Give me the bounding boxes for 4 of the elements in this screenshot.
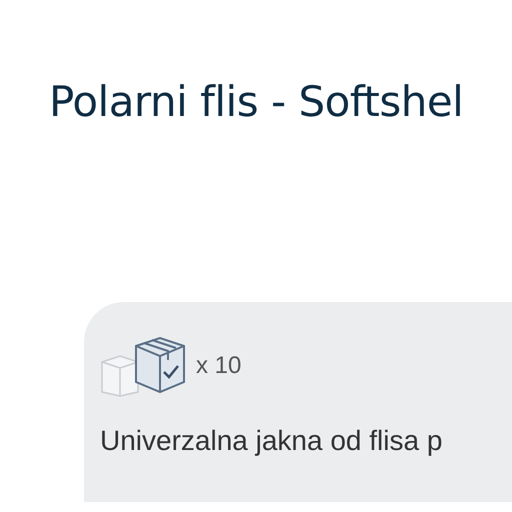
page-title: Polarni flis - Softshel — [49, 76, 464, 128]
description-text: Univerzalna jakna od flisa p — [100, 424, 444, 458]
boxes-icon — [100, 334, 188, 398]
quantity-label: x 10 — [196, 351, 242, 381]
